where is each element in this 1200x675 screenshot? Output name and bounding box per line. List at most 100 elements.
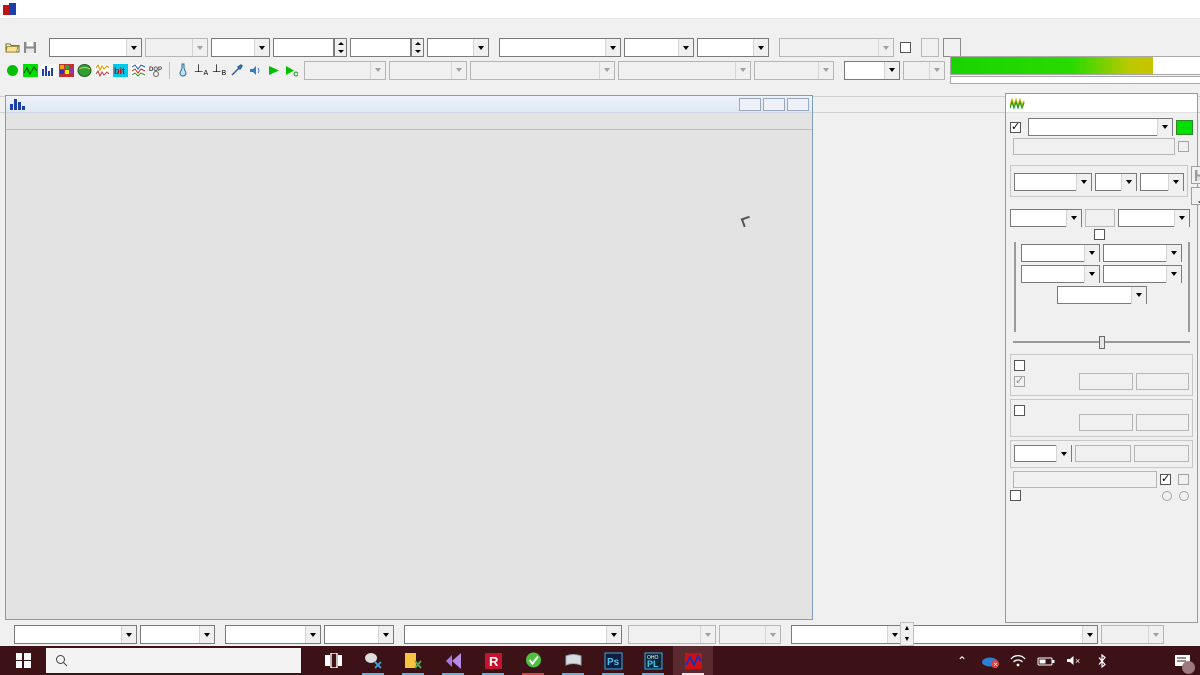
window-close-button[interactable]	[1166, 0, 1200, 19]
chevron-down-icon[interactable]	[878, 39, 893, 56]
notifications-icon[interactable]	[1168, 646, 1196, 675]
chevron-down-icon[interactable]	[765, 626, 780, 643]
save-icon[interactable]	[21, 39, 39, 57]
start-osc-field[interactable]	[1013, 138, 1175, 155]
spectrum-plot-svg[interactable]	[6, 130, 812, 619]
sweep-frequency-radio[interactable]	[1162, 490, 1176, 501]
trigger-mode-combo[interactable]	[49, 38, 142, 57]
photoshop-icon[interactable]: Ps	[593, 646, 633, 675]
siggen-maximize-button[interactable]	[1175, 95, 1197, 112]
coupling-a-combo[interactable]	[304, 60, 386, 80]
fade-checkbox[interactable]	[1014, 405, 1076, 416]
chevron-down-icon[interactable]	[1084, 265, 1099, 283]
play-step-icon[interactable]	[282, 61, 300, 79]
auto-button[interactable]	[943, 38, 961, 57]
b-off2-combo[interactable]	[719, 625, 781, 644]
pretrigger-combo[interactable]	[427, 38, 489, 57]
no-spectral-leakage-checkbox-box[interactable]	[1094, 229, 1105, 240]
chevron-down-icon[interactable]	[305, 626, 320, 643]
multiwave-icon[interactable]	[129, 61, 147, 79]
phase-lock-off-field[interactable]	[1135, 373, 1189, 390]
notes-app-icon[interactable]	[393, 646, 433, 675]
window-function-combo[interactable]	[913, 625, 1098, 644]
chevron-down-icon[interactable]	[1076, 173, 1091, 191]
output-amp-b-combo[interactable]	[1103, 265, 1182, 283]
visual-studio-icon[interactable]	[433, 646, 473, 675]
carrier-field[interactable]	[1075, 445, 1131, 462]
overlap-combo[interactable]	[1101, 625, 1164, 644]
menu-instrument[interactable]	[33, 27, 47, 29]
menu-file[interactable]	[5, 27, 19, 29]
dop-icon[interactable]: DOP	[147, 61, 165, 79]
language-indicator[interactable]	[1116, 646, 1152, 675]
chevron-down-icon[interactable]	[678, 39, 693, 56]
probe-b-combo[interactable]	[903, 60, 945, 80]
sweep-checkbox[interactable]	[1010, 490, 1025, 501]
menu-help[interactable]	[61, 27, 75, 29]
snipping-tool-icon[interactable]	[353, 646, 393, 675]
menu-setting[interactable]	[19, 27, 33, 29]
amplitude-slider-right[interactable]	[1184, 242, 1193, 332]
siggen-bitdepth-combo[interactable]	[1140, 173, 1184, 191]
duration-field[interactable]	[1013, 471, 1157, 488]
master-level-slider[interactable]	[1013, 335, 1190, 349]
dds-checkbox[interactable]	[1178, 474, 1193, 485]
chevron-down-icon[interactable]	[1168, 173, 1183, 191]
chevron-down-icon[interactable]	[199, 626, 214, 643]
chevron-down-icon[interactable]	[606, 626, 621, 643]
chevron-down-icon[interactable]	[254, 39, 269, 56]
trigger-channel-combo[interactable]	[145, 38, 208, 57]
start-button[interactable]	[0, 646, 46, 675]
record-dot-icon[interactable]	[3, 61, 21, 79]
fade-checkbox-box[interactable]	[1014, 405, 1025, 416]
amplitude-slider-left[interactable]	[1010, 242, 1019, 332]
chevron-down-icon[interactable]	[1130, 286, 1146, 304]
chevron-down-icon[interactable]	[735, 61, 750, 79]
output-freq-a-combo[interactable]	[1021, 244, 1100, 262]
spectrum-close-button[interactable]	[787, 97, 809, 111]
chevron-down-icon[interactable]	[1166, 265, 1181, 283]
measurement-mode-combo[interactable]	[404, 625, 622, 644]
chevron-down-icon[interactable]	[473, 39, 488, 56]
ground-a-icon[interactable]: ⊥A	[192, 61, 210, 79]
chevron-down-icon[interactable]	[1082, 626, 1097, 643]
echo-only-checkbox[interactable]	[1178, 141, 1193, 152]
siggen-save-icon[interactable]	[1191, 166, 1200, 184]
r-studio-icon[interactable]: R	[473, 646, 513, 675]
aux-combo[interactable]	[754, 60, 834, 80]
mask-checkbox-box[interactable]	[1014, 360, 1025, 371]
siggen-samplerate-combo[interactable]	[1014, 173, 1092, 191]
chevron-down-icon[interactable]	[700, 626, 715, 643]
modulation-combo[interactable]	[1014, 445, 1072, 462]
roll-checkbox[interactable]	[900, 42, 915, 53]
coupling-b-combo[interactable]	[389, 60, 467, 80]
bitdepth-combo[interactable]	[697, 38, 769, 57]
multi-instrument-taskbar-icon[interactable]	[673, 646, 713, 675]
show-editor-checkbox[interactable]	[1010, 120, 1025, 133]
dds-checkbox-box[interactable]	[1178, 474, 1189, 485]
modindex-field[interactable]	[1133, 445, 1189, 462]
scroll-up-icon[interactable]: ▲	[901, 623, 913, 634]
wifi-icon[interactable]	[1004, 646, 1032, 675]
tray-expand-icon[interactable]: ⌃	[948, 646, 976, 675]
calibration-icon[interactable]	[174, 61, 192, 79]
checkmark-app-icon[interactable]	[513, 646, 553, 675]
chevron-down-icon[interactable]	[121, 626, 136, 643]
window-maximize-button[interactable]	[1132, 0, 1166, 19]
taskbar-search-box[interactable]	[46, 648, 301, 673]
trigger-level-spinner[interactable]	[334, 38, 347, 57]
amplitude-range-combo[interactable]	[225, 625, 321, 644]
chevron-down-icon[interactable]	[1148, 626, 1163, 643]
fft-size-combo[interactable]	[791, 625, 903, 644]
mask-checkbox[interactable]	[1014, 360, 1076, 371]
daq-icon[interactable]: bit	[111, 61, 129, 79]
oscilloscope-icon[interactable]	[21, 61, 39, 79]
trigger-hysteresis-spinner[interactable]	[411, 38, 424, 57]
chevron-down-icon[interactable]	[884, 61, 899, 79]
globe-icon[interactable]	[75, 61, 93, 79]
chevron-down-icon[interactable]	[1174, 209, 1189, 227]
chevron-down-icon[interactable]	[192, 39, 207, 56]
waveform-editor-button[interactable]	[1085, 209, 1115, 227]
radio-circle[interactable]	[1162, 490, 1172, 501]
ground-b-icon[interactable]: ⊥B	[210, 61, 228, 79]
